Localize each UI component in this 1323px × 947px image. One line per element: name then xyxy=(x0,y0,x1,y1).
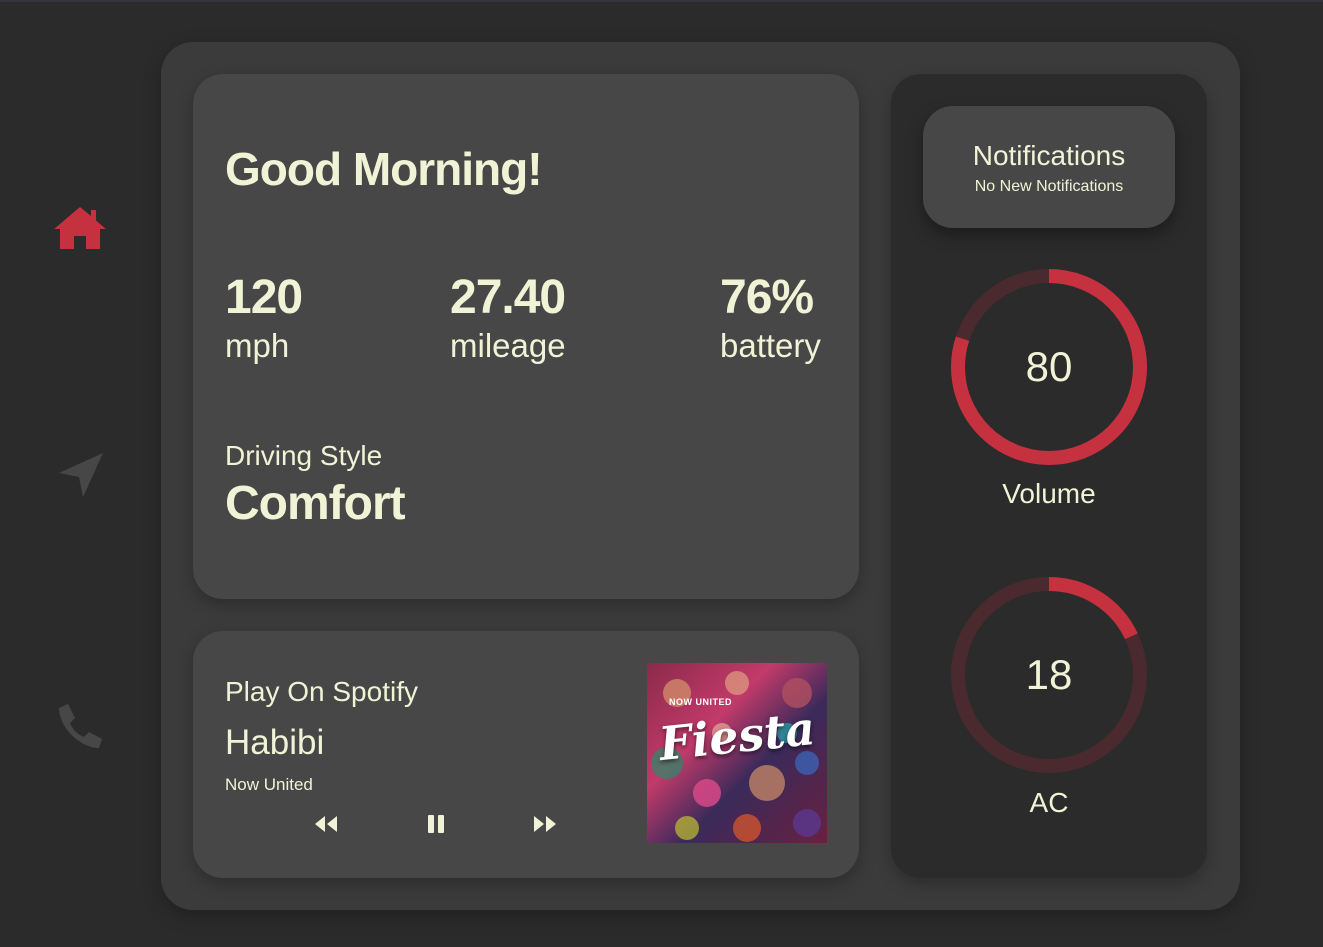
volume-label: Volume xyxy=(1002,478,1096,509)
album-brand-text: NOW UNITED xyxy=(669,697,732,707)
ac-value: 18 xyxy=(1025,651,1073,698)
notifications-subtitle: No New Notifications xyxy=(974,178,1124,195)
fast-forward-button[interactable] xyxy=(525,809,565,839)
driving-style-value[interactable]: Comfort xyxy=(225,476,406,531)
rewind-icon xyxy=(315,816,337,832)
mileage-label: mileage xyxy=(450,327,566,364)
ac-label: AC xyxy=(1029,787,1069,818)
rewind-button[interactable] xyxy=(306,809,346,839)
speed-label: mph xyxy=(225,327,290,364)
ac-dial[interactable]: 18 xyxy=(946,572,1152,778)
notifications-card[interactable]: Notifications No New Notifications xyxy=(923,106,1175,228)
volume-dial[interactable]: 80 xyxy=(946,264,1152,470)
album-art[interactable]: NOW UNITED Fiesta xyxy=(647,663,827,843)
mileage-value: 27.40 xyxy=(450,271,566,324)
fast-forward-icon xyxy=(534,816,556,832)
pause-button[interactable] xyxy=(416,809,456,839)
volume-value: 80 xyxy=(1025,343,1073,390)
music-source-label: Play On Spotify xyxy=(225,676,418,707)
driving-style-label: Driving Style xyxy=(225,440,383,471)
artist-name: Now United xyxy=(225,775,313,794)
song-title: Habibi xyxy=(225,723,325,762)
notifications-title: Notifications xyxy=(972,140,1126,171)
pause-icon xyxy=(428,815,444,833)
navigation-arrow-icon xyxy=(59,453,103,497)
nav-phone-button[interactable] xyxy=(48,694,112,758)
battery-stat: 76% battery xyxy=(720,270,821,366)
top-border xyxy=(0,0,1323,2)
battery-label: battery xyxy=(720,327,821,364)
nav-navigation-button[interactable] xyxy=(48,444,112,508)
nav-home-button[interactable] xyxy=(48,196,112,260)
music-card: Play On Spotify Habibi Now United NOW UN… xyxy=(193,631,859,878)
speed-value: 120 xyxy=(225,271,303,324)
status-card: Good Morning! 120 mph 27.40 mileage 76% … xyxy=(193,74,859,599)
battery-value: 76% xyxy=(720,271,814,324)
speed-stat: 120 mph xyxy=(225,270,303,366)
right-panel: Notifications No New Notifications 80 Vo… xyxy=(891,74,1207,878)
phone-icon xyxy=(59,704,102,748)
greeting-heading: Good Morning! xyxy=(225,143,543,195)
mileage-stat: 27.40 mileage xyxy=(450,270,566,366)
home-icon xyxy=(54,207,106,249)
